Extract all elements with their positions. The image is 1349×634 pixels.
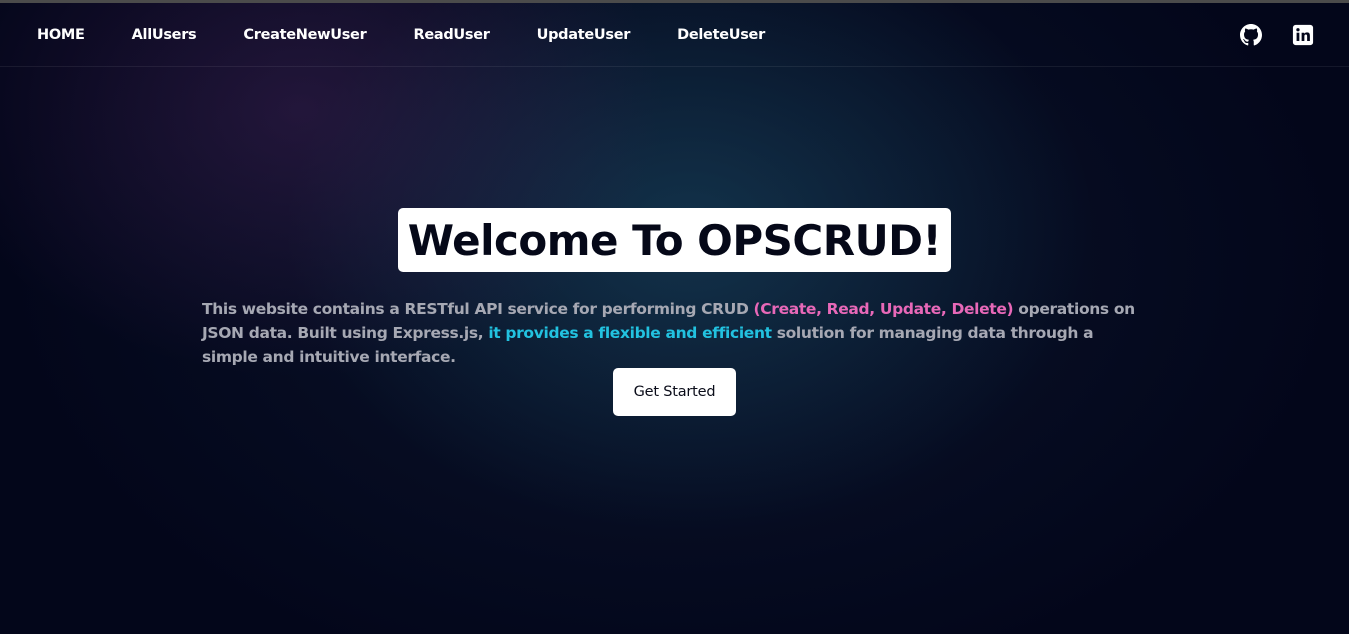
nav-link-read-user[interactable]: ReadUser xyxy=(413,27,489,43)
social-links xyxy=(1240,24,1314,46)
get-started-button[interactable]: Get Started xyxy=(613,368,736,416)
hero-section: Welcome To OPSCRUD! This website contain… xyxy=(0,0,1349,634)
linkedin-icon[interactable] xyxy=(1292,24,1314,46)
nav-link-all-users[interactable]: AllUsers xyxy=(132,27,197,43)
nav-link-home[interactable]: HOME xyxy=(37,27,85,43)
hero-description: This website contains a RESTful API serv… xyxy=(202,297,1147,369)
page-title: Welcome To OPSCRUD! xyxy=(407,215,942,265)
github-icon[interactable] xyxy=(1240,24,1262,46)
crud-highlight: (Create, Read, Update, Delete) xyxy=(753,300,1014,318)
flexible-highlight: it provides a flexible and efficient xyxy=(488,324,772,342)
nav-link-delete-user[interactable]: DeleteUser xyxy=(677,27,765,43)
title-box: Welcome To OPSCRUD! xyxy=(398,208,951,272)
navbar: HOME AllUsers CreateNewUser ReadUser Upd… xyxy=(0,3,1349,67)
description-text-1: This website contains a RESTful API serv… xyxy=(202,300,754,318)
nav-link-create-new-user[interactable]: CreateNewUser xyxy=(243,27,366,43)
nav-link-update-user[interactable]: UpdateUser xyxy=(537,27,631,43)
nav-links: HOME AllUsers CreateNewUser ReadUser Upd… xyxy=(0,27,812,43)
